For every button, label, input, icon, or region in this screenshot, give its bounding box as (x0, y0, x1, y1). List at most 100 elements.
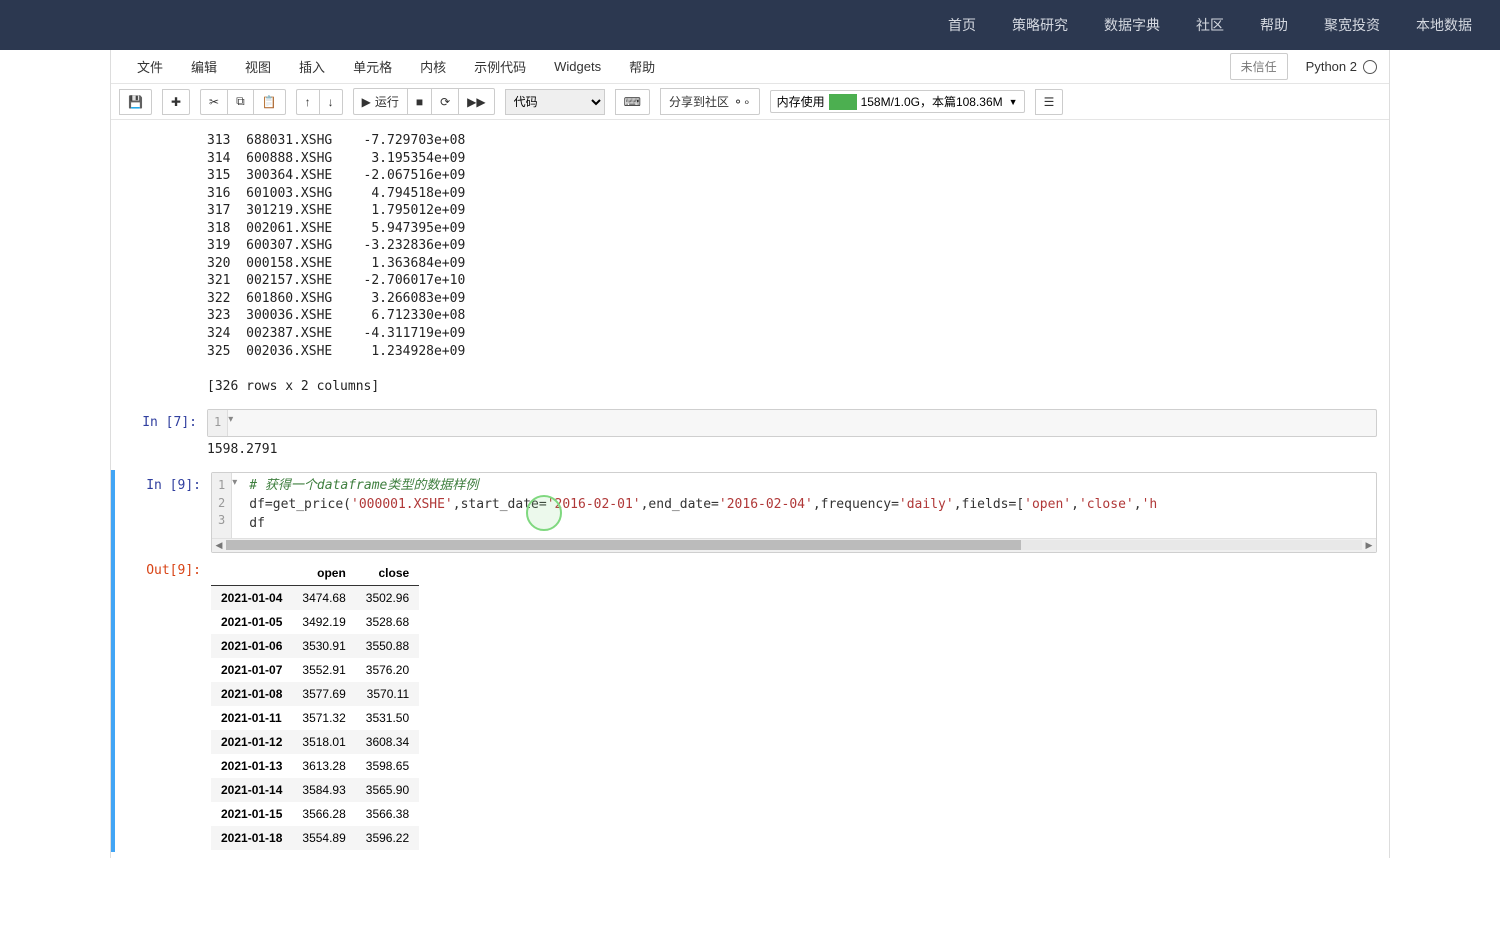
save-icon: 💾 (128, 95, 143, 109)
keyboard-icon: ⌨ (624, 95, 641, 109)
table-row: 2021-01-083577.693570.11 (211, 682, 419, 706)
fold-arrow-icon[interactable]: ▾ (228, 410, 237, 435)
table-row: 2021-01-143584.933565.90 (211, 778, 419, 802)
stop-icon: ■ (416, 95, 423, 109)
scroll-left-icon[interactable]: ◀ (212, 540, 226, 551)
code-editor-7[interactable] (237, 410, 1376, 435)
df-cell: 3570.11 (356, 682, 419, 706)
command-palette-button[interactable]: ⌨ (615, 89, 650, 115)
cell-type-select[interactable]: 代码 (505, 89, 605, 115)
menu-widgets[interactable]: Widgets (540, 51, 615, 82)
menu-view[interactable]: 视图 (231, 49, 285, 84)
nav-home[interactable]: 首页 (930, 15, 994, 35)
df-col-open: open (292, 561, 355, 586)
output-7: 1598.2791 (207, 437, 1377, 469)
df-cell: 3566.28 (292, 802, 355, 826)
table-row: 2021-01-133613.283598.65 (211, 754, 419, 778)
nav-local-data[interactable]: 本地数据 (1398, 15, 1490, 35)
table-row: 2021-01-053492.193528.68 (211, 610, 419, 634)
fold-arrow-icon[interactable]: ▾ (232, 473, 241, 538)
menu-sample[interactable]: 示例代码 (460, 49, 540, 84)
line-gutter: 123 (212, 473, 232, 538)
move-up-button[interactable]: ↑ (296, 89, 319, 115)
arrow-up-icon: ↑ (305, 95, 311, 109)
menu-help[interactable]: 帮助 (615, 49, 669, 84)
restart-button[interactable]: ⟳ (431, 88, 458, 115)
save-button[interactable]: 💾 (119, 89, 152, 115)
code-cell-9[interactable]: In [9]: 123 ▾ # 获得一个dataframe类型的数据样例 df=… (111, 470, 1389, 555)
menubar: 文件 编辑 视图 插入 单元格 内核 示例代码 Widgets 帮助 未信任 P… (111, 50, 1389, 84)
list-button[interactable]: ☰ (1035, 89, 1064, 115)
df-cell: 3550.88 (356, 634, 419, 658)
df-cell: 3531.50 (356, 706, 419, 730)
interrupt-button[interactable]: ■ (407, 88, 431, 115)
table-row: 2021-01-153566.283566.38 (211, 802, 419, 826)
menu-kernel[interactable]: 内核 (406, 49, 460, 84)
play-icon: ▶ (362, 95, 371, 109)
input-prompt-7: In [7]: (111, 409, 207, 468)
df-cell: 3577.69 (292, 682, 355, 706)
df-cell: 3584.93 (292, 778, 355, 802)
df-cell: 3492.19 (292, 610, 355, 634)
df-index: 2021-01-15 (211, 802, 292, 826)
refresh-icon: ⟳ (440, 95, 450, 109)
df-cell: 3528.68 (356, 610, 419, 634)
memory-bar-icon (829, 94, 857, 110)
nav-invest[interactable]: 聚宽投资 (1306, 15, 1398, 35)
kernel-name: Python 2 (1306, 59, 1357, 74)
restart-run-button[interactable]: ▶▶ (458, 88, 494, 115)
caret-down-icon: ▼ (1009, 97, 1018, 107)
plus-icon: ✚ (171, 95, 181, 109)
copy-button[interactable]: ⧉ (227, 89, 253, 115)
df-col-close: close (356, 561, 419, 586)
df-cell: 3576.20 (356, 658, 419, 682)
scroll-thumb[interactable] (226, 540, 1021, 550)
move-down-button[interactable]: ↓ (319, 89, 343, 115)
df-cell: 3596.22 (356, 826, 419, 850)
share-button[interactable]: 分享到社区 ⚬∘ (660, 88, 760, 115)
scroll-track[interactable] (226, 540, 1362, 550)
df-cell: 3518.01 (292, 730, 355, 754)
code-input-7[interactable]: 1 ▾ (207, 409, 1377, 436)
trust-status[interactable]: 未信任 (1230, 53, 1288, 80)
kernel-indicator: Python 2 (1306, 59, 1377, 74)
menu-cell[interactable]: 单元格 (339, 49, 406, 84)
scroll-right-icon[interactable]: ▶ (1362, 540, 1376, 551)
df-cell: 3598.65 (356, 754, 419, 778)
empty-prompt (111, 128, 207, 405)
df-index: 2021-01-12 (211, 730, 292, 754)
dataframe-table: open close 2021-01-043474.683502.962021-… (211, 561, 419, 850)
share-icon: ⚬∘ (733, 95, 751, 109)
df-cell: 3554.89 (292, 826, 355, 850)
text-output: 313 688031.XSHG -7.729703e+08 314 600888… (207, 128, 1377, 405)
df-index: 2021-01-13 (211, 754, 292, 778)
nav-dictionary[interactable]: 数据字典 (1086, 15, 1178, 35)
horizontal-scrollbar[interactable]: ◀ ▶ (212, 538, 1376, 552)
arrow-down-icon: ↓ (328, 95, 334, 109)
nav-community[interactable]: 社区 (1178, 15, 1242, 35)
menu-file[interactable]: 文件 (123, 49, 177, 84)
df-cell: 3608.34 (356, 730, 419, 754)
paste-button[interactable]: 📋 (253, 89, 286, 115)
cut-button[interactable]: ✂ (200, 89, 227, 115)
toolbar: 💾 ✚ ✂ ⧉ 📋 ↑ ↓ ▶运行 ■ ⟳ ▶▶ 代码 ⌨ (111, 84, 1389, 120)
table-row: 2021-01-073552.913576.20 (211, 658, 419, 682)
code-cell-7[interactable]: In [7]: 1 ▾ 1598.2791 (111, 407, 1389, 470)
df-index: 2021-01-11 (211, 706, 292, 730)
notebook-cells: 313 688031.XSHG -7.729703e+08 314 600888… (111, 120, 1389, 858)
df-index: 2021-01-05 (211, 610, 292, 634)
menu-edit[interactable]: 编辑 (177, 49, 231, 84)
run-button[interactable]: ▶运行 (353, 88, 407, 115)
memory-usage[interactable]: 内存使用 158M/1.0G，本篇108.36M ▼ (770, 90, 1025, 113)
menu-insert[interactable]: 插入 (285, 49, 339, 84)
copy-icon: ⧉ (236, 94, 245, 109)
nav-help[interactable]: 帮助 (1242, 15, 1306, 35)
df-index: 2021-01-04 (211, 585, 292, 610)
add-cell-button[interactable]: ✚ (162, 89, 190, 115)
nav-strategy[interactable]: 策略研究 (994, 15, 1086, 35)
output-cell-previous: 313 688031.XSHG -7.729703e+08 314 600888… (111, 126, 1389, 407)
table-row: 2021-01-113571.323531.50 (211, 706, 419, 730)
code-input-9[interactable]: 123 ▾ # 获得一个dataframe类型的数据样例 df=get_pric… (211, 472, 1377, 553)
df-index: 2021-01-14 (211, 778, 292, 802)
code-editor-9[interactable]: # 获得一个dataframe类型的数据样例 df=get_price('000… (241, 473, 1376, 538)
